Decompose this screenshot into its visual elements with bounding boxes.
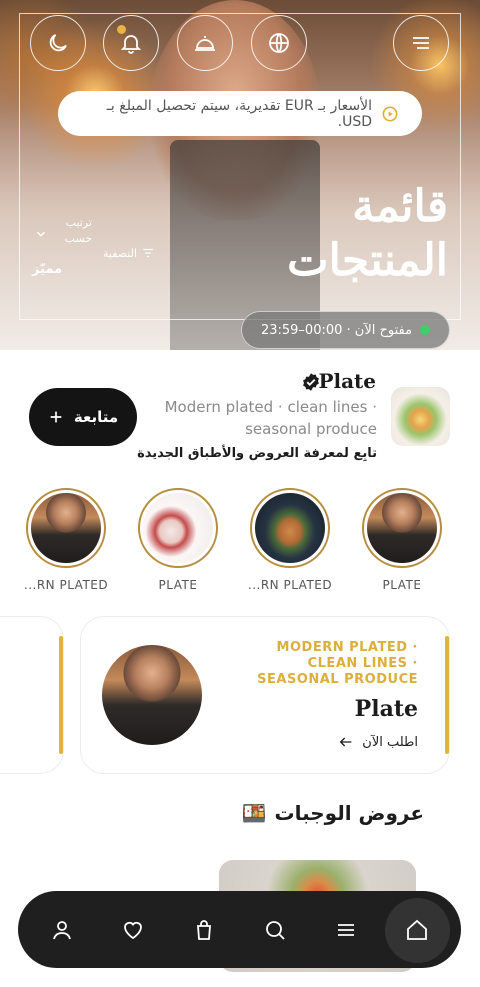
home-icon <box>407 919 427 940</box>
cloche-icon <box>195 36 215 51</box>
card-accent-bar <box>445 636 449 754</box>
chevron-down-icon[interactable] <box>34 227 48 241</box>
story-item[interactable] <box>250 488 330 568</box>
currency-notice: الأسعار بـ EUR تقديرية، سيتم تحصيل المبل… <box>58 91 422 136</box>
nav-profile[interactable] <box>40 908 84 952</box>
theme-toggle-button[interactable] <box>30 15 86 71</box>
story-image <box>255 493 325 563</box>
follow-button-label: متابعة <box>73 408 119 426</box>
bag-icon <box>197 920 211 940</box>
globe-icon <box>269 33 289 53</box>
story-item[interactable] <box>362 488 442 568</box>
product-card-previous[interactable] <box>0 616 64 774</box>
arrow-left-icon <box>339 737 352 747</box>
moon-icon <box>49 34 67 52</box>
nav-favorites[interactable] <box>111 908 155 952</box>
brand-avatar[interactable] <box>391 387 450 446</box>
currency-notice-text: الأسعار بـ EUR تقديرية، سيتم تحصيل المبل… <box>106 97 372 130</box>
user-icon <box>53 921 71 940</box>
menu-icon <box>338 924 354 936</box>
service-button[interactable] <box>177 15 233 71</box>
story-label: PLATE <box>382 578 422 592</box>
notifications-button[interactable] <box>103 15 159 71</box>
heart-icon <box>124 921 142 940</box>
plus-icon <box>50 411 62 423</box>
filter-button[interactable]: التصفية <box>103 246 155 260</box>
story-item[interactable] <box>138 488 218 568</box>
order-now-link[interactable]: اطلب الآن <box>338 734 418 750</box>
menu-icon <box>413 37 429 49</box>
notification-badge <box>117 25 126 34</box>
bell-icon <box>120 35 142 54</box>
open-status-pill: مفتوح الآن · 00:00–23:59 <box>241 311 450 349</box>
brand-name: Plate <box>318 369 376 393</box>
nav-home[interactable] <box>395 908 439 952</box>
nav-bag[interactable] <box>182 908 226 952</box>
open-status-text: مفتوح الآن · 00:00–23:59 <box>260 322 413 338</box>
follow-hint: تابِع لمعرفة العروض والأطباق الجديدة <box>137 446 377 461</box>
main-menu-button[interactable] <box>393 15 449 71</box>
story-label: ...RN PLATED <box>23 578 109 592</box>
page-title: قائمة المنتجات <box>287 181 448 286</box>
nav-search[interactable] <box>253 908 297 952</box>
product-card-image <box>102 645 202 745</box>
product-card-tags: MODERN PLATED · CLEAN LINES · SEASONAL P… <box>257 640 418 687</box>
filter-lines-icon <box>143 248 153 258</box>
bento-icon: 🍱 <box>241 801 267 825</box>
story-label: PLATE <box>158 578 198 592</box>
nav-menu[interactable] <box>324 908 368 952</box>
story-image <box>143 493 213 563</box>
story-label: ...RN PLATED <box>247 578 333 592</box>
open-status-dot <box>420 325 431 335</box>
play-circle-icon <box>382 106 398 121</box>
story-item[interactable] <box>26 488 106 568</box>
story-image <box>31 493 101 563</box>
product-card-title: Plate <box>354 696 418 722</box>
sort-value[interactable]: مميّز <box>32 262 62 277</box>
card-accent-bar <box>59 636 63 754</box>
meals-section-title: عروض الوجبات 🍱 <box>241 801 424 825</box>
story-image <box>367 493 437 563</box>
verified-badge-icon <box>303 373 319 391</box>
brand-description: Modern plated · clean lines · seasonal p… <box>164 398 377 438</box>
sort-label[interactable]: ترتيب حسب <box>52 215 92 247</box>
language-button[interactable] <box>251 15 307 71</box>
search-icon <box>266 921 285 940</box>
follow-button[interactable]: متابعة <box>29 388 137 446</box>
